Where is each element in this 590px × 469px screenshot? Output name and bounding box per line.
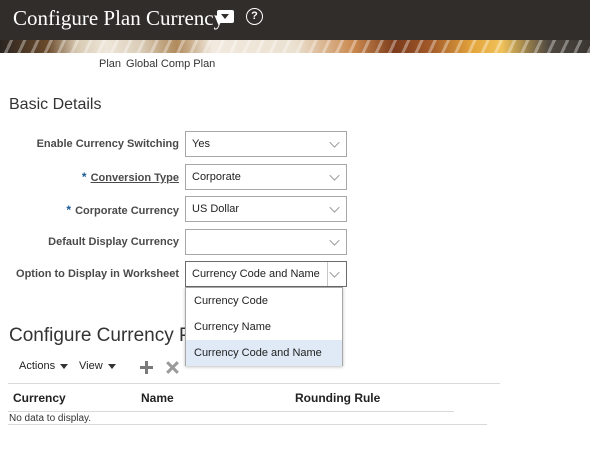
plan-label: Plan xyxy=(99,58,122,70)
view-menu[interactable]: View xyxy=(79,360,116,372)
column-header-name[interactable]: Name xyxy=(141,391,174,405)
header-divider xyxy=(8,411,454,412)
empty-table-message: No data to display. xyxy=(9,413,92,424)
default-display-currency-label: Default Display Currency xyxy=(48,236,179,248)
chevron-down-icon xyxy=(329,170,340,181)
field-label-text: Enable Currency Switching xyxy=(36,138,179,150)
column-header-currency[interactable]: Currency xyxy=(13,391,66,405)
select-value: US Dollar xyxy=(192,203,240,215)
chevron-down-icon xyxy=(329,235,340,246)
default-display-currency-select[interactable] xyxy=(185,229,347,255)
option-display-worksheet-select[interactable]: Currency Code and Name xyxy=(185,261,347,287)
close-icon[interactable] xyxy=(166,361,179,374)
conversion-type-select[interactable]: Corporate xyxy=(185,164,347,190)
required-icon: * xyxy=(81,170,87,184)
view-label: View xyxy=(79,360,103,372)
field-label-text: Option to Display in Worksheet xyxy=(16,268,179,280)
actions-label: Actions xyxy=(19,360,56,372)
toolbar-divider xyxy=(8,383,500,384)
corporate-currency-label: * Corporate Currency xyxy=(66,203,179,217)
help-icon[interactable]: ? xyxy=(246,8,263,25)
basic-details-heading: Basic Details xyxy=(9,96,102,113)
plus-icon[interactable] xyxy=(140,361,153,374)
caret-down-icon xyxy=(107,363,116,369)
field-label-text[interactable]: Conversion Type xyxy=(91,172,179,184)
worksheet-options-list: Currency Code Currency Name Currency Cod… xyxy=(185,287,343,366)
plan-info: Plan Global Comp Plan xyxy=(99,58,220,70)
plan-value: Global Comp Plan xyxy=(126,58,216,70)
conversion-type-label: * Conversion Type xyxy=(82,170,179,184)
column-header-rounding-rule[interactable]: Rounding Rule xyxy=(295,391,380,405)
select-value: Corporate xyxy=(192,171,241,183)
chevron-down-icon xyxy=(329,202,340,213)
select-value: Yes xyxy=(192,138,210,150)
actions-menu[interactable]: Actions xyxy=(19,360,69,372)
field-label-text: Corporate Currency xyxy=(75,205,179,217)
page-title: Configure Plan Currency xyxy=(13,6,225,30)
decorative-banner xyxy=(0,40,590,53)
configure-currency-heading: Configure Currency Pr xyxy=(9,325,199,346)
option-display-worksheet-label: Option to Display in Worksheet xyxy=(16,268,179,280)
enable-currency-switching-select[interactable]: Yes xyxy=(185,131,347,157)
option-currency-code-and-name[interactable]: Currency Code and Name xyxy=(186,340,342,366)
chevron-down-icon xyxy=(329,137,340,148)
required-icon: * xyxy=(66,203,72,217)
page-header: Configure Plan Currency ? xyxy=(0,0,590,40)
caret-down-icon xyxy=(60,363,69,369)
option-currency-name[interactable]: Currency Name xyxy=(186,314,342,340)
enable-currency-switching-label: Enable Currency Switching xyxy=(37,138,179,150)
table-bottom-border xyxy=(8,424,487,425)
dropdown-menu-icon[interactable] xyxy=(217,10,234,23)
corporate-currency-select[interactable]: US Dollar xyxy=(185,196,347,222)
field-label-text: Default Display Currency xyxy=(48,236,179,248)
select-value: Currency Code and Name xyxy=(192,268,320,280)
banner-pattern xyxy=(0,40,590,53)
option-currency-code[interactable]: Currency Code xyxy=(186,288,342,314)
